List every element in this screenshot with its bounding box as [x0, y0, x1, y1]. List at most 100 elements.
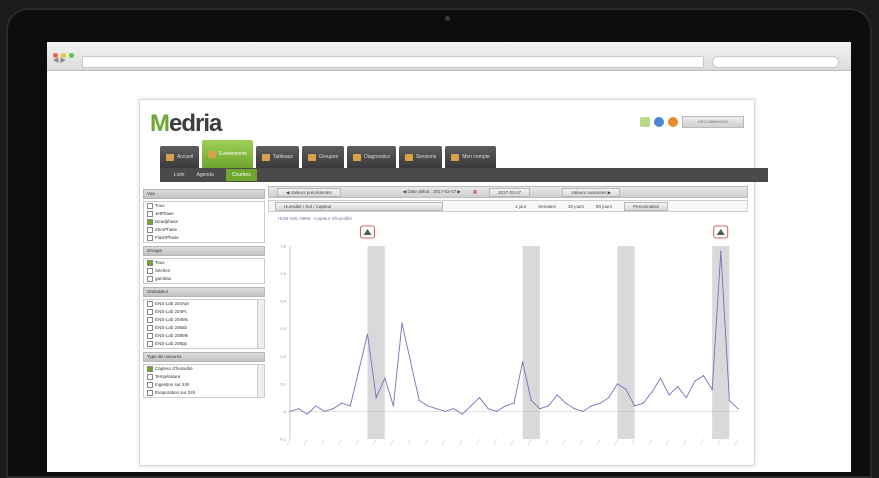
checkbox[interactable]: [147, 203, 153, 209]
tab-table[interactable]: Tableaux: [255, 146, 299, 168]
data-point: [358, 369, 360, 371]
checkbox[interactable]: [147, 382, 153, 388]
sidebar-option[interactable]: JetPhase: [144, 210, 264, 218]
data-point: [323, 410, 326, 413]
logout-button[interactable]: DECONNEXION: [682, 116, 744, 128]
subtab-1[interactable]: Agenda: [197, 172, 214, 178]
checkbox[interactable]: [147, 276, 153, 282]
sidebar-option[interactable]: ENS-Lab 204Mx: [144, 316, 264, 324]
sidebar-section-header[interactable]: Type de mesures: [143, 352, 265, 362]
sidebar-section-header[interactable]: Groupe: [143, 246, 265, 256]
option-label: ENS-Lab 208pp: [155, 341, 188, 346]
data-point: [694, 380, 696, 382]
data-point: [659, 377, 662, 379]
option-label: Capteur d'humidité: [155, 366, 193, 371]
checkbox[interactable]: [147, 374, 153, 380]
list-scrollbar[interactable]: [257, 300, 264, 348]
tab-sessions[interactable]: Sessions: [398, 146, 443, 168]
range-week[interactable]: Semaine: [538, 204, 556, 209]
sessions-icon: [404, 153, 413, 161]
sidebar-section-header[interactable]: Ordinateur: [143, 287, 265, 297]
y-tick-label: 0.6: [280, 244, 286, 249]
shaded-period: [522, 246, 540, 439]
range-90days[interactable]: 90 jours: [596, 204, 612, 209]
data-point: [634, 405, 636, 407]
calendar-icon[interactable]: ▦: [473, 189, 477, 195]
events-icon: [208, 150, 217, 158]
option-label: ZeroPhase: [155, 227, 178, 232]
data-point: [453, 408, 455, 410]
sidebar-option[interactable]: ENS-Lab 204Pc: [144, 308, 264, 316]
checkbox[interactable]: [147, 309, 153, 315]
sidebar-option[interactable]: Sèches: [144, 267, 264, 275]
checkbox[interactable]: [147, 219, 153, 225]
checkbox[interactable]: [147, 301, 153, 307]
sidebar-option[interactable]: FlashPhase: [144, 234, 264, 242]
x-tick-label: [476, 438, 480, 446]
checkbox[interactable]: [147, 235, 153, 241]
date-start-picker[interactable]: ◀ Date début : 2017-02-07 ▶: [403, 189, 461, 195]
checkbox[interactable]: [147, 317, 153, 323]
subtab-2[interactable]: Courbes: [225, 169, 257, 181]
sidebar-option[interactable]: Tous: [144, 202, 264, 210]
data-point: [728, 399, 730, 401]
browser-search-input[interactable]: [712, 56, 839, 68]
x-tick-label: [372, 438, 377, 446]
subtab-0[interactable]: Liste: [174, 172, 185, 178]
previous-values-button[interactable]: ◀ Valeurs précédentes: [277, 187, 341, 197]
sidebar-section-header[interactable]: Vue: [143, 189, 265, 199]
checkbox[interactable]: [147, 260, 153, 266]
option-label: Température: [155, 374, 181, 379]
data-point: [487, 408, 489, 410]
sidebar-option[interactable]: Capteur d'humidité: [144, 365, 264, 373]
sidebar-option[interactable]: ENS-Lab 208Mk: [144, 332, 264, 340]
tab-diagnostics[interactable]: Diagnostics: [347, 146, 396, 168]
checkbox[interactable]: [147, 268, 153, 274]
checkbox[interactable]: [147, 325, 153, 331]
humidity-series-line: [289, 251, 739, 415]
option-label: ENS-Lab 204Mx: [155, 317, 189, 322]
settings-icon[interactable]: [668, 117, 678, 127]
sidebar-option[interactable]: Évaporation sur 24h: [144, 389, 264, 397]
checkbox[interactable]: [147, 211, 153, 217]
sidebar-option[interactable]: Ingestion sur 24h: [144, 381, 264, 389]
x-tick-label: [493, 438, 497, 446]
option-label: Évaporation sur 24h: [155, 390, 196, 395]
x-tick-label: [545, 438, 549, 446]
medria-logo: Medria: [150, 110, 222, 137]
address-bar[interactable]: [82, 56, 704, 68]
date-end-field[interactable]: 2017-02-07: [489, 187, 531, 197]
range-30days[interactable]: 30 jours: [568, 204, 584, 209]
checkbox[interactable]: [147, 333, 153, 339]
tab-account[interactable]: Mon compte: [445, 146, 496, 168]
sidebar-option[interactable]: Tous: [144, 259, 264, 267]
help-icon[interactable]: [654, 117, 664, 127]
measure-select[interactable]: Humidité / Sol / Capteur: [275, 201, 443, 211]
custom-range-input[interactable]: Personnalisé: [624, 201, 669, 211]
data-point: [504, 405, 506, 407]
maximize-icon[interactable]: [69, 53, 74, 58]
sidebar-option[interactable]: Deadphase: [144, 218, 264, 226]
range-1day[interactable]: 1 jour: [515, 204, 526, 209]
sidebar-option[interactable]: garnitas: [144, 275, 264, 283]
list-scrollbar[interactable]: [257, 365, 264, 397]
tab-home[interactable]: Accueil: [160, 146, 200, 168]
sidebar-option[interactable]: ENS-Lab 208ab: [144, 324, 264, 332]
sidebar-option[interactable]: ENS-Lab 208pp: [144, 340, 264, 348]
sidebar-option[interactable]: ENS-Lab 204Apt: [144, 300, 264, 308]
checkbox[interactable]: [147, 390, 153, 396]
checkbox[interactable]: [147, 366, 153, 372]
x-tick-label: [424, 438, 429, 446]
tab-label: Groupes: [318, 154, 339, 160]
checkbox[interactable]: [147, 227, 153, 233]
checkbox[interactable]: [147, 341, 153, 347]
sidebar-option[interactable]: ZeroPhase: [144, 226, 264, 234]
tab-groups[interactable]: Groupes: [301, 146, 345, 168]
next-values-button[interactable]: Valeurs suivantes ▶: [562, 187, 621, 197]
option-label: Ingestion sur 24h: [155, 382, 190, 387]
browser-nav-buttons[interactable]: ◀ ▶: [53, 56, 66, 64]
message-icon[interactable]: [640, 117, 650, 127]
sidebar-option[interactable]: Température: [144, 373, 264, 381]
data-point: [444, 410, 446, 413]
tab-events[interactable]: Evénements: [202, 140, 253, 168]
